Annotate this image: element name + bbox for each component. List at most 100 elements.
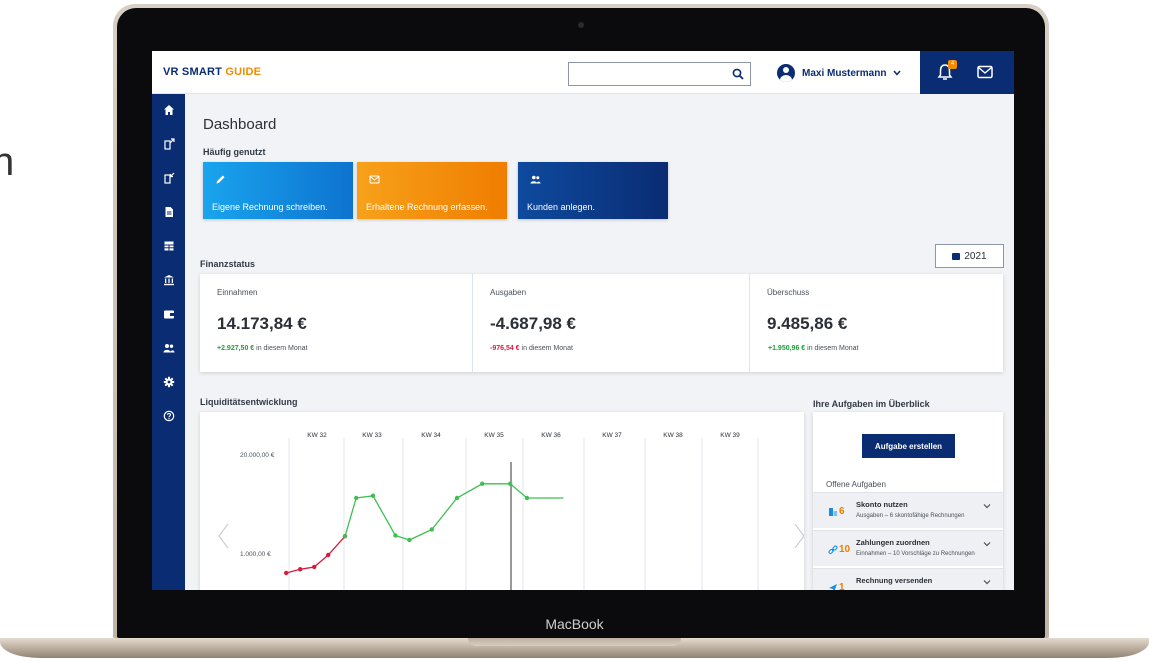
camera-icon: [578, 22, 584, 28]
sidebar-item-documents[interactable]: [152, 202, 185, 222]
task-count: 10: [839, 544, 851, 555]
y-tick-label: 20.000,00 €: [240, 452, 275, 459]
help-icon: [163, 410, 174, 422]
top-bar: VR SMART GUIDE Maxi Mustermann 4: [152, 51, 1014, 94]
sidebar-item-bank[interactable]: [152, 270, 185, 290]
sidebar-item-incoming[interactable]: [152, 168, 185, 188]
task-panel: Aufgabe erstellen Offene Aufgaben 6 Skon…: [813, 412, 1003, 590]
delta-value: +2.927,50 €: [217, 345, 255, 352]
outgoing-invoice-icon: [163, 138, 175, 150]
app-screen: VR SMART GUIDE Maxi Mustermann 4 Dashboa…: [152, 51, 1014, 590]
finance-card-value: 9.485,86 €: [767, 314, 848, 333]
partial-text: n: [0, 140, 15, 184]
data-point: [326, 552, 331, 558]
sidebar: [152, 94, 185, 590]
x-tick-label: KW 39: [720, 432, 740, 439]
laptop-brand: MacBook: [545, 616, 604, 632]
data-point: [407, 537, 412, 543]
delta-suffix: in diesem Monat: [807, 345, 859, 352]
delta-suffix: in diesem Monat: [521, 345, 573, 352]
pencil-icon: [216, 175, 225, 184]
finance-card-delta: +2.927,50 € in diesem Monat: [217, 345, 308, 352]
search-icon[interactable]: [732, 68, 744, 80]
finance-card-expenses: Ausgaben -4.687,98 € -976,54 € in diesem…: [472, 274, 749, 372]
x-tick-label: KW 34: [421, 432, 441, 439]
chevron-down-icon[interactable]: [983, 578, 991, 586]
sidebar-item-settings[interactable]: [152, 372, 185, 392]
quick-action-write-invoice[interactable]: Eigene Rechnung schreiben.: [203, 162, 353, 219]
delta-value: +1.950,96 €: [768, 345, 806, 352]
liquidity-chart-svg: KW 32 KW 33 KW 34 KW 35 KW 36 KW 37 KW 38 KW 39…: [218, 432, 804, 590]
data-point: [354, 495, 359, 501]
data-point: [508, 481, 513, 486]
sidebar-item-home[interactable]: [152, 100, 185, 120]
x-tick-label: KW 35: [484, 432, 504, 439]
home-icon: [163, 105, 174, 115]
sidebar-item-customers[interactable]: [152, 338, 185, 358]
chevron-down-icon: [893, 70, 902, 76]
user-name: Maxi Mustermann: [802, 67, 887, 79]
data-point: [312, 564, 317, 570]
year-selector[interactable]: 2021: [935, 244, 1004, 268]
search-input[interactable]: [569, 63, 719, 85]
liquidity-chart: KW 32 KW 33 KW 34 KW 35 KW 36 KW 37 KW 38 KW 39…: [200, 412, 804, 590]
task-title: Zahlungen zuordnen: [856, 538, 930, 547]
user-menu[interactable]: Maxi Mustermann: [777, 63, 902, 83]
sidebar-item-tables[interactable]: [152, 236, 185, 256]
tasks-label: Ihre Aufgaben im Überblick: [813, 399, 930, 409]
chevron-down-icon[interactable]: [983, 540, 991, 548]
task-item-assign-payments[interactable]: 10 Zahlungen zuordnen Einnahmen – 10 Vor…: [813, 530, 1003, 566]
data-point: [342, 534, 348, 539]
financial-status-label: Finanzstatus: [200, 259, 256, 269]
x-tick-label: KW 33: [362, 432, 382, 439]
frequently-used-label: Häufig genutzt: [203, 147, 266, 157]
task-count: 1: [839, 582, 845, 590]
wallet-icon: [163, 310, 174, 319]
delta-value: -976,54 €: [490, 345, 520, 352]
logo-accent: GUIDE: [225, 66, 262, 78]
bank-icon: [163, 275, 174, 286]
sidebar-item-wallet[interactable]: [152, 304, 185, 324]
stage: n VR SMART GUIDE Maxi Mustermann 4 Dashb…: [0, 0, 1149, 661]
x-tick-label: KW 32: [307, 432, 327, 439]
task-count: 6: [839, 506, 845, 517]
finance-card-label: Ausgaben: [490, 288, 527, 297]
mail-icon[interactable]: [977, 65, 993, 79]
data-point: [524, 495, 530, 501]
customers-icon: [163, 344, 174, 353]
incoming-invoice-icon: [163, 172, 174, 184]
finance-card-value: -4.687,98 €: [490, 314, 577, 333]
finance-panel: Einnahmen 14.173,84 € +2.927,50 € in die…: [200, 274, 1003, 372]
finance-card-delta: +1.950,96 € in diesem Monat: [768, 345, 859, 352]
chevron-down-icon[interactable]: [983, 502, 991, 510]
y-tick-label: 1.000,00 €: [240, 551, 271, 558]
quick-action-label: Erhaltene Rechnung erfassen.: [366, 202, 488, 212]
link-icon: [828, 545, 838, 554]
quick-action-label: Kunden anlegen.: [527, 202, 596, 212]
page-title: Dashboard: [203, 116, 277, 133]
sidebar-item-outgoing[interactable]: [152, 134, 185, 154]
top-actions: 4: [920, 51, 1014, 94]
sidebar-item-help[interactable]: [152, 406, 185, 426]
finance-card-label: Einnahmen: [217, 288, 258, 297]
finance-card-value: 14.173,84 €: [217, 314, 307, 333]
logo-main: VR SMART: [163, 66, 223, 78]
task-item-send-invoice[interactable]: 1 Rechnung versenden: [813, 568, 1003, 590]
quick-action-create-customer[interactable]: Kunden anlegen.: [518, 162, 668, 219]
data-point: [454, 495, 460, 501]
avatar-icon: [777, 64, 795, 82]
send-icon: [829, 584, 837, 590]
app-logo[interactable]: VR SMART GUIDE: [163, 66, 261, 78]
finance-card-label: Überschuss: [767, 288, 810, 297]
task-item-discount[interactable]: 6 Skonto nutzen Ausgaben – 6 skontofähig…: [813, 492, 1003, 528]
laptop-notch: [468, 638, 681, 646]
create-task-button[interactable]: Aufgabe erstellen: [862, 434, 955, 458]
x-tick-label: KW 38: [663, 432, 683, 439]
series-line: [344, 483, 564, 541]
year-value: 2021: [964, 250, 987, 262]
delta-suffix: in diesem Monat: [256, 345, 308, 352]
data-point: [284, 570, 289, 576]
quick-action-capture-invoice[interactable]: Erhaltene Rechnung erfassen.: [357, 162, 507, 219]
finance-card-delta: -976,54 € in diesem Monat: [490, 345, 573, 352]
main-content: Dashboard Häufig genutzt Eigene Rechnung…: [185, 94, 1014, 590]
